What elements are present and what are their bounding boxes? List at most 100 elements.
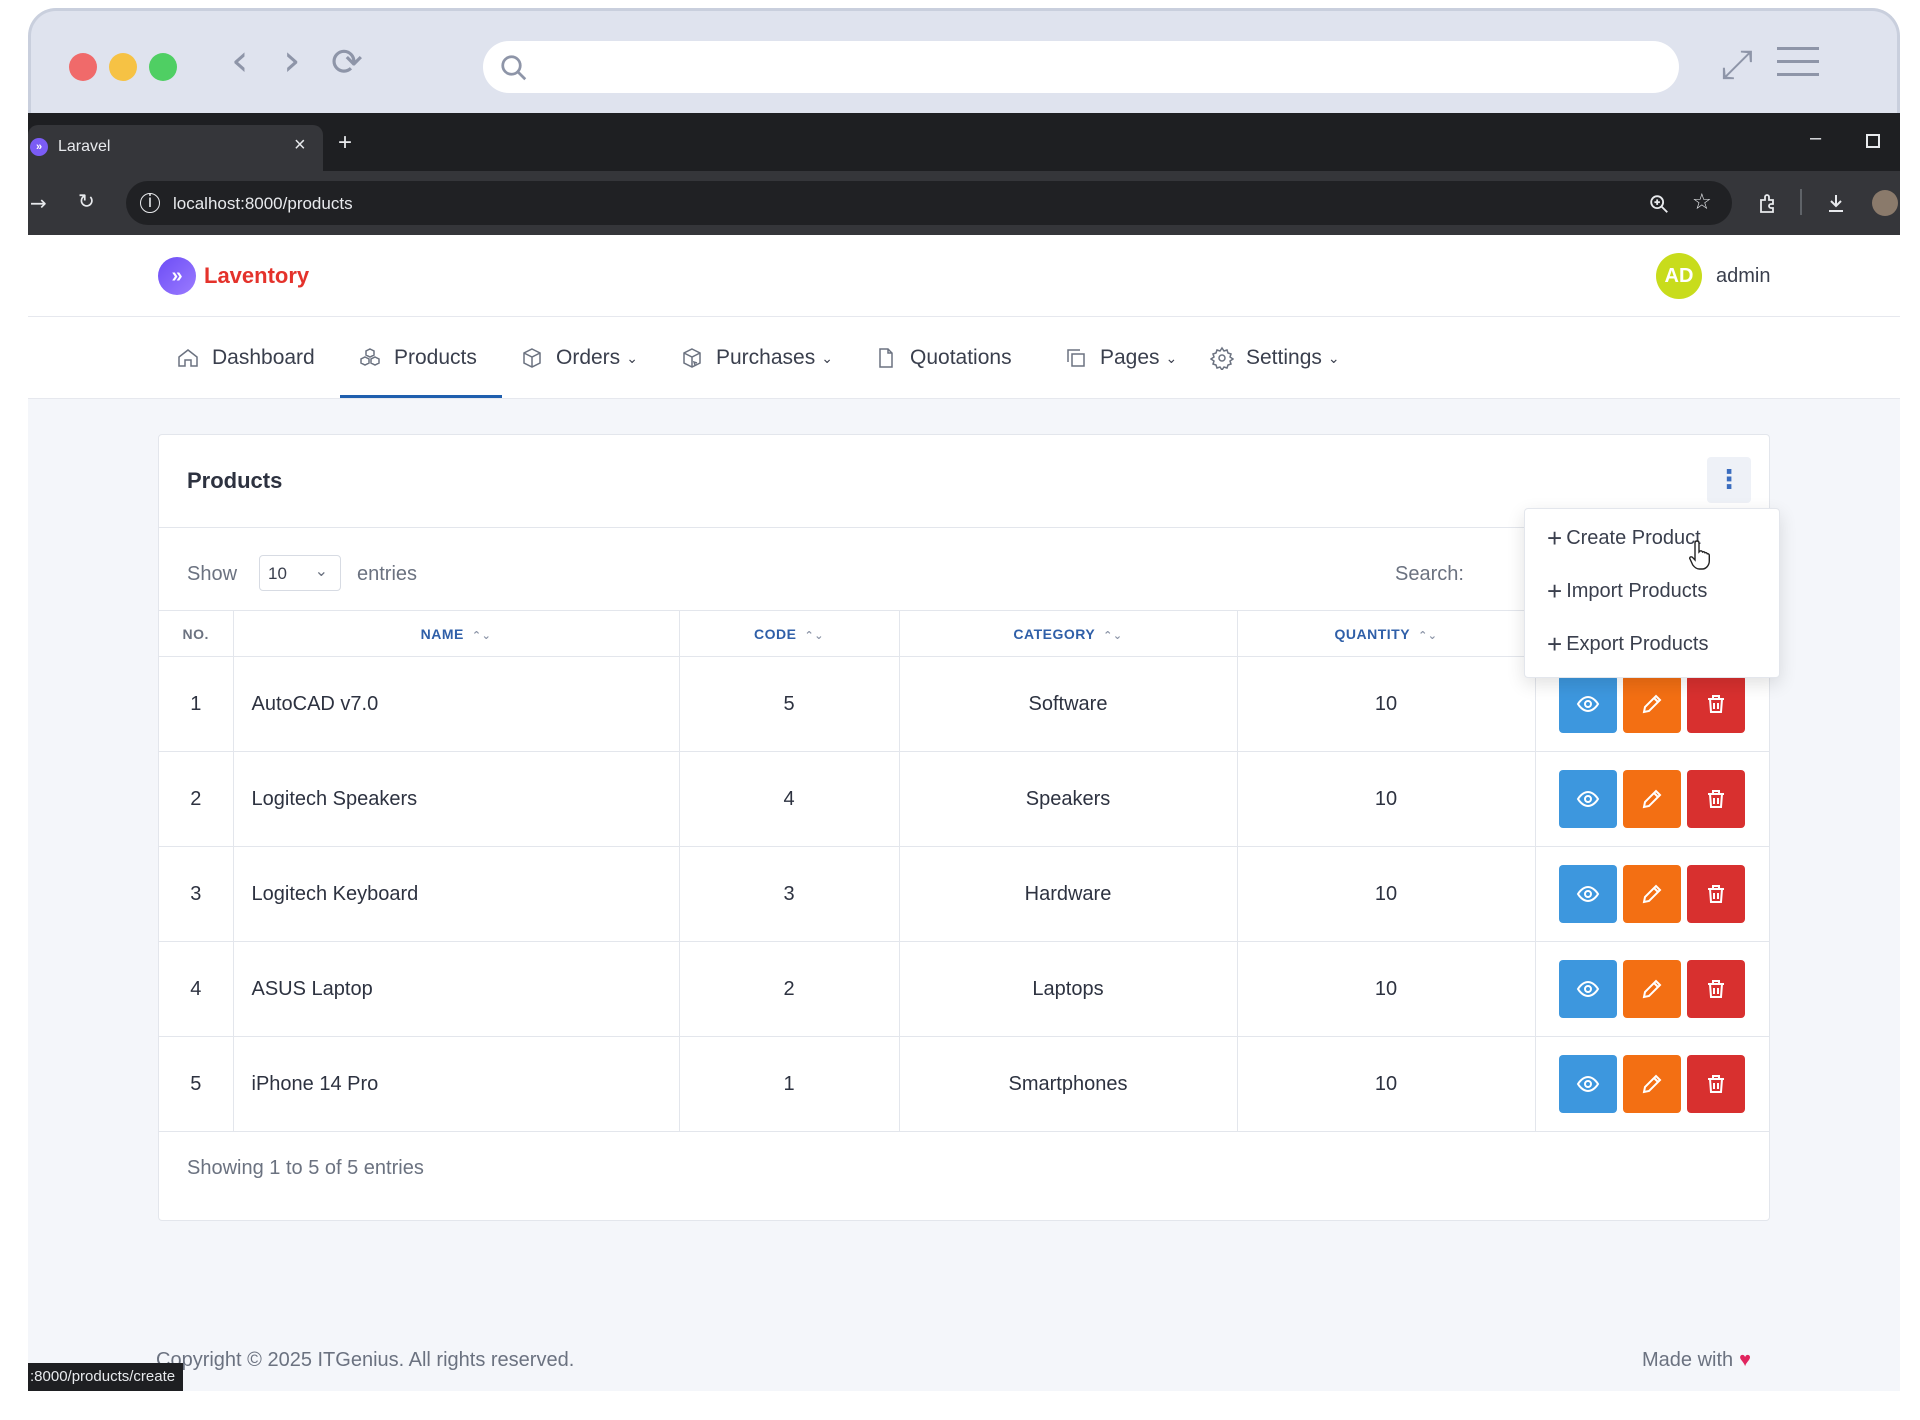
window-search-bar[interactable] — [483, 41, 1679, 93]
delete-button[interactable] — [1687, 960, 1746, 1018]
maximize-icon[interactable] — [1866, 134, 1880, 148]
edit-button[interactable] — [1623, 675, 1682, 733]
nav-purchases[interactable]: Purchases ⌄ — [680, 317, 833, 399]
nav-pages[interactable]: Pages ⌄ — [1064, 317, 1177, 399]
edit-button[interactable] — [1623, 960, 1682, 1018]
extensions-icon[interactable] — [1756, 192, 1780, 216]
browser-tab-strip: » Laravel × + – — [28, 113, 1900, 171]
nav-settings[interactable]: Settings ⌄ — [1210, 317, 1340, 399]
tab-close-button[interactable]: × — [294, 134, 306, 157]
column-header-code[interactable]: CODE ⌃⌄ — [679, 610, 900, 657]
site-info-icon[interactable]: i — [140, 193, 160, 213]
chevron-down-icon: ⌄ — [821, 349, 833, 366]
user-avatar[interactable]: AD — [1656, 253, 1702, 299]
trash-icon — [1704, 787, 1728, 811]
view-button[interactable] — [1559, 770, 1618, 828]
bookmark-star-icon[interactable]: ☆ — [1692, 192, 1712, 214]
reload-icon[interactable]: ⟳ — [331, 43, 363, 81]
download-icon[interactable] — [1824, 191, 1848, 215]
column-header-no[interactable]: NO. — [159, 610, 234, 657]
plus-icon: + — [1547, 576, 1563, 606]
profile-avatar[interactable] — [1872, 190, 1898, 216]
nav-quotations[interactable]: Quotations — [874, 317, 1012, 399]
edit-button[interactable] — [1623, 770, 1682, 828]
cell-quantity: 10 — [1237, 1036, 1536, 1132]
cell-quantity: 10 — [1237, 751, 1536, 847]
forward-arrow-icon[interactable]: → — [30, 193, 47, 213]
cell-code: 4 — [679, 751, 900, 847]
table-row: 2 Logitech Speakers 4 Speakers 10 — [159, 751, 1769, 847]
address-bar[interactable] — [126, 181, 1732, 225]
browser-tab[interactable]: » Laravel × — [28, 125, 323, 171]
cell-no: 3 — [159, 846, 234, 942]
expand-icon[interactable]: ⤢ — [1721, 45, 1753, 85]
eye-icon — [1576, 882, 1600, 906]
edit-button[interactable] — [1623, 865, 1682, 923]
back-icon[interactable]: ‹ — [231, 39, 249, 83]
pencil-icon — [1640, 882, 1664, 906]
column-header-category[interactable]: CATEGORY ⌃⌄ — [899, 610, 1238, 657]
nav-orders[interactable]: Orders ⌄ — [520, 317, 638, 399]
products-table: NO. NAME ⌃⌄ CODE ⌃⌄ CATEGORY ⌃⌄ QUANTITY ⌃⌄ … — [159, 610, 1769, 1132]
boxes-icon — [360, 348, 380, 366]
gear-icon — [1210, 346, 1234, 370]
eye-icon — [1576, 787, 1600, 811]
hamburger-menu-icon[interactable] — [1777, 47, 1819, 76]
import-products-menu-item[interactable]: + Import Products — [1547, 578, 1707, 604]
minimize-icon[interactable]: – — [1810, 127, 1821, 150]
delete-button[interactable] — [1687, 770, 1746, 828]
cell-name: ASUS Laptop — [233, 941, 680, 1037]
cell-actions — [1535, 846, 1769, 942]
view-button[interactable] — [1559, 865, 1618, 923]
nav-dashboard[interactable]: Dashboard — [176, 317, 315, 399]
sort-icon: ⌃⌄ — [1103, 629, 1123, 642]
delete-button[interactable] — [1687, 1055, 1746, 1113]
chevron-down-icon: ⌄ — [626, 349, 638, 366]
new-tab-button[interactable]: + — [338, 131, 352, 155]
cell-name: AutoCAD v7.0 — [233, 656, 680, 752]
view-button[interactable] — [1559, 1055, 1618, 1113]
url-text[interactable]: localhost:8000/products — [173, 194, 353, 214]
copy-icon — [1067, 349, 1085, 367]
chevron-down-icon: ⌄ — [1327, 349, 1340, 366]
more-options-button[interactable]: ⋮ — [1707, 457, 1751, 503]
edit-button[interactable] — [1623, 1055, 1682, 1113]
menu-item-label: Import Products — [1566, 579, 1708, 602]
nav-products[interactable]: Products — [358, 317, 477, 399]
sort-icon: ⌃⌄ — [471, 629, 492, 642]
minimize-window-button[interactable] — [109, 53, 137, 81]
active-tab-indicator — [340, 395, 502, 398]
delete-button[interactable] — [1687, 865, 1746, 923]
column-header-quantity[interactable]: QUANTITY ⌃⌄ — [1237, 610, 1536, 657]
table-info: Showing 1 to 5 of 5 entries — [187, 1157, 424, 1179]
maximize-window-button[interactable] — [149, 53, 177, 81]
cell-code: 3 — [679, 846, 900, 942]
chevron-down-icon: ⌄ — [1165, 349, 1178, 366]
page-size-select[interactable]: 10 ⌄ — [259, 555, 341, 591]
zoom-icon[interactable] — [1648, 193, 1670, 215]
view-button[interactable] — [1559, 960, 1618, 1018]
cell-quantity: 10 — [1237, 656, 1536, 752]
entries-label: entries — [357, 563, 418, 585]
column-header-name[interactable]: NAME ⌃⌄ — [233, 610, 680, 657]
copyright-text: Copyright © 2025 ITGenius. All rights re… — [156, 1349, 575, 1371]
view-button[interactable] — [1559, 675, 1618, 733]
export-products-menu-item[interactable]: + Export Products — [1547, 631, 1708, 657]
cell-category: Laptops — [899, 941, 1238, 1037]
create-product-menu-item[interactable]: + Create Product — [1547, 525, 1701, 551]
forward-icon[interactable]: › — [283, 39, 301, 83]
main-navigation: Dashboard Products Orders ⌄ Purchases ⌄ … — [28, 317, 1900, 399]
delete-button[interactable] — [1687, 675, 1746, 733]
cell-code: 5 — [679, 656, 900, 752]
menu-item-label: Export Products — [1566, 632, 1709, 655]
laravel-favicon-icon: » — [30, 138, 48, 156]
reload-icon[interactable]: ↻ — [78, 191, 95, 211]
pencil-icon — [1640, 977, 1664, 1001]
username[interactable]: admin — [1716, 265, 1770, 288]
brand-name[interactable]: Laventory — [204, 263, 309, 289]
cell-code: 1 — [679, 1036, 900, 1132]
cell-actions — [1535, 751, 1769, 847]
close-window-button[interactable] — [69, 53, 97, 81]
cell-no: 4 — [159, 941, 234, 1037]
app-header: » Laventory AD admin — [28, 235, 1900, 317]
